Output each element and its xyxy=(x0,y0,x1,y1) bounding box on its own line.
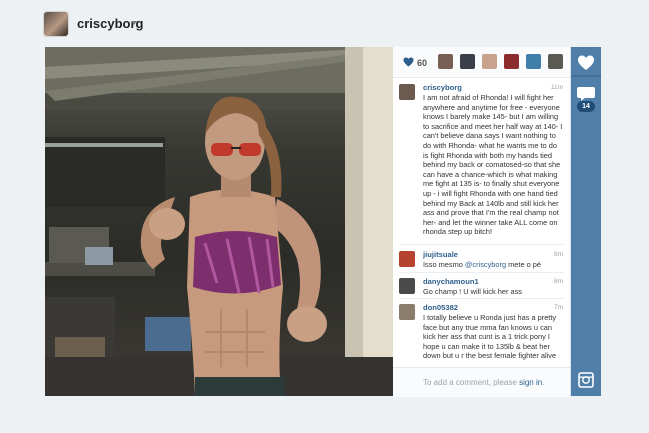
divider xyxy=(399,272,564,273)
chevron-down-icon[interactable] xyxy=(131,21,137,25)
add-comment-suffix: . xyxy=(542,378,545,387)
comment-time: 9m xyxy=(553,251,563,258)
comments-panel: 60 criscyborg 11m I am not afraid of Rho… xyxy=(393,47,571,397)
add-comment-prompt: To add a comment, please sign in. xyxy=(423,378,544,387)
likes-bar: 60 xyxy=(393,47,570,78)
comment-text-part: mete o pé xyxy=(506,260,541,269)
comment-username[interactable]: danychamoun1 xyxy=(423,277,479,286)
user-avatar[interactable] xyxy=(44,12,68,36)
heart-icon[interactable] xyxy=(403,57,414,67)
sign-in-link[interactable]: sign in xyxy=(519,378,542,387)
likes-count: 60 xyxy=(417,58,428,68)
comment-text-part: Isso mesmo xyxy=(423,260,465,269)
action-divider xyxy=(571,75,601,77)
add-comment-prefix: To add a comment, please xyxy=(423,378,520,387)
comment-text: I totally believe u Ronda just has a pre… xyxy=(423,313,557,361)
add-comment-bar: To add a comment, please sign in. xyxy=(393,367,570,397)
liker-avatar[interactable] xyxy=(438,54,453,69)
commenter-avatar[interactable] xyxy=(399,278,415,294)
comment-time: 7m xyxy=(553,304,563,311)
instagram-button[interactable] xyxy=(571,367,601,395)
divider xyxy=(399,244,564,245)
divider xyxy=(399,298,564,299)
comment-username[interactable]: criscyborg xyxy=(423,83,462,92)
liker-avatar[interactable] xyxy=(504,54,519,69)
liker-avatar[interactable] xyxy=(460,54,475,69)
liker-avatar[interactable] xyxy=(526,54,541,69)
commenter-avatar[interactable] xyxy=(399,304,415,320)
header: criscyborg xyxy=(0,0,649,48)
mention-link[interactable]: @criscyborg xyxy=(465,260,506,269)
comment-count-badge: 14 xyxy=(577,101,595,112)
commenter-avatar[interactable] xyxy=(399,84,415,100)
instagram-icon xyxy=(578,372,594,388)
comment-username[interactable]: jiujitsuale xyxy=(423,250,458,259)
actions-sidebar: 14 xyxy=(571,47,601,396)
commenter-avatar[interactable] xyxy=(399,251,415,267)
liker-avatar[interactable] xyxy=(548,54,563,69)
comment-text: Go champ ! U will kick her ass xyxy=(423,287,522,296)
comment-text: I am not afraid of Rhonda! I will fight … xyxy=(423,93,563,237)
like-button[interactable] xyxy=(571,49,601,77)
liker-avatar[interactable] xyxy=(482,54,497,69)
comment-username[interactable]: don05382 xyxy=(423,303,458,312)
comment-time: 11m xyxy=(550,84,563,91)
post-photo[interactable] xyxy=(45,47,393,396)
comment-text: Isso mesmo @criscyborg mete o pé xyxy=(423,260,563,270)
comment-time: 8m xyxy=(553,278,563,285)
heart-icon xyxy=(578,55,594,70)
photo-illustration xyxy=(45,47,393,396)
